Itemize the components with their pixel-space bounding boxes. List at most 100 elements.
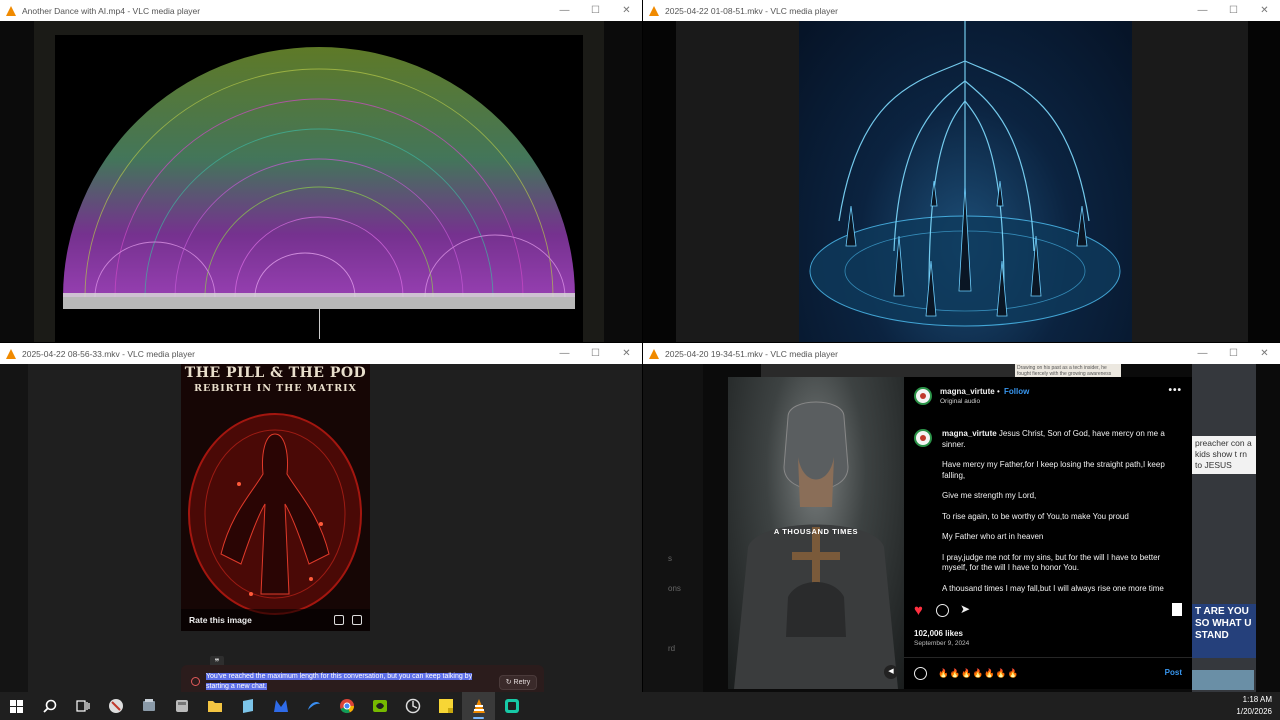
likes-count[interactable]: 102,006 likes [914, 629, 963, 638]
lightning-towers-image [799, 21, 1132, 342]
app-icon-3[interactable] [165, 692, 198, 720]
window-titlebar[interactable]: Another Dance with AI.mp4 - VLC media pl… [0, 0, 642, 21]
rate-image-bar: Rate this image [181, 609, 370, 631]
close-button[interactable]: ✕ [611, 343, 642, 364]
post-button[interactable]: Post [1165, 668, 1182, 677]
vlc-icon [6, 5, 16, 16]
instagram-post-image[interactable]: A THOUSAND TIMES ◀ [728, 377, 904, 689]
vlc-icon [6, 348, 16, 359]
maximize-button[interactable]: ☐ [1218, 343, 1249, 364]
chrome-icon[interactable] [330, 692, 363, 720]
window-titlebar[interactable]: 2025-04-22 08-56-33.mkv - VLC media play… [0, 343, 642, 364]
follow-button[interactable]: Follow [1004, 387, 1029, 396]
minimize-button[interactable]: — [549, 343, 580, 364]
task-view-icon[interactable] [66, 692, 99, 720]
error-icon [191, 677, 200, 686]
avatar[interactable] [914, 387, 932, 405]
bg-fragment: s [668, 554, 672, 563]
caption-line: A thousand times I may fall,but I will a… [942, 583, 1164, 593]
minimize-button[interactable]: — [1187, 343, 1218, 364]
app-icon-7[interactable] [495, 692, 528, 720]
avatar[interactable] [914, 429, 932, 447]
poster-artwork [188, 413, 362, 615]
video-area[interactable] [643, 21, 1280, 342]
error-message-box: You've reached the maximum length for th… [181, 665, 544, 692]
username[interactable]: magna_virtute [940, 387, 995, 396]
generated-image: THE PILL & THE POD REBIRTH IN THE MATRIX… [181, 364, 370, 631]
app-icon-1[interactable] [99, 692, 132, 720]
comment-box[interactable]: 🔥🔥🔥🔥🔥🔥🔥 Post [904, 657, 1192, 689]
post-date: September 9, 2024 [914, 640, 970, 647]
vlc-icon [649, 348, 659, 359]
file-explorer-icon[interactable] [198, 692, 231, 720]
comment-input[interactable]: 🔥🔥🔥🔥🔥🔥🔥 [938, 668, 1019, 679]
share-icon[interactable]: ➤ [960, 603, 970, 616]
close-button[interactable]: ✕ [1249, 0, 1280, 21]
vlc-window-2[interactable]: 2025-04-22 01-08-51.mkv - VLC media play… [643, 0, 1280, 342]
caption-line: Give me strength my Lord, [942, 491, 1037, 500]
background-page-left: s ons rd [643, 364, 703, 692]
more-options-icon[interactable]: ••• [1168, 385, 1182, 396]
poster-title: THE PILL & THE POD REBIRTH IN THE MATRIX [181, 364, 370, 394]
video-area[interactable]: s ons rd Drawing on his past as a tech i… [643, 364, 1280, 692]
error-message: You've reached the maximum length for th… [206, 673, 473, 690]
window-title: 2025-04-22 01-08-51.mkv - VLC media play… [665, 5, 838, 16]
speaker-icon[interactable]: ◀ [884, 665, 898, 679]
vlc-window-3[interactable]: 2025-04-22 08-56-33.mkv - VLC media play… [0, 343, 642, 692]
post-header: magna_virtute • Follow Original audio ••… [904, 377, 1192, 413]
app-icon-5[interactable] [297, 692, 330, 720]
vlc-icon [649, 5, 659, 16]
post-actions: ♥ ➤ [904, 599, 1192, 623]
windows-start-icon[interactable] [0, 692, 33, 720]
thumbs-up-icon[interactable] [334, 615, 344, 625]
window-titlebar[interactable]: 2025-04-22 01-08-51.mkv - VLC media play… [643, 0, 1280, 21]
app-icon-2[interactable] [132, 692, 165, 720]
close-button[interactable]: ✕ [1249, 343, 1280, 364]
emoji-icon[interactable] [914, 667, 927, 680]
instagram-post-panel: magna_virtute • Follow Original audio ••… [904, 377, 1192, 689]
video-area[interactable]: THE PILL & THE POD REBIRTH IN THE MATRIX… [0, 364, 642, 692]
caption-line: My Father who art in heaven [942, 532, 1044, 541]
arc-diagram-image [63, 47, 575, 339]
caption-line: Have mercy my Father,for I keep losing t… [942, 460, 1165, 480]
close-button[interactable]: ✕ [611, 0, 642, 21]
separator-dot: • [997, 387, 1000, 396]
maximize-button[interactable]: ☐ [580, 0, 611, 21]
nvidia-icon[interactable] [363, 692, 396, 720]
maximize-button[interactable]: ☐ [1218, 0, 1249, 21]
bg-fragment: rd [668, 644, 676, 653]
window-titlebar[interactable]: 2025-04-20 19-34-51.mkv - VLC media play… [643, 343, 1280, 364]
comment-icon[interactable] [936, 604, 949, 617]
thumbs-down-icon[interactable] [352, 615, 362, 625]
bg-snippet: preacher con a kids show t rn to JESUS [1192, 436, 1256, 474]
chat-sidebar [0, 364, 28, 692]
retry-button[interactable]: ↻ Retry [499, 675, 537, 690]
window-title: Another Dance with AI.mp4 - VLC media pl… [22, 5, 201, 16]
heart-icon[interactable]: ♥ [914, 603, 923, 618]
clock-time: 1:18 AM [1242, 695, 1272, 704]
minimize-button[interactable]: — [1187, 0, 1218, 21]
poster-subtitle-line: REBIRTH IN THE MATRIX [194, 383, 357, 394]
malwarebytes-icon[interactable] [264, 692, 297, 720]
bg-paper-text: Drawing on his past as a tech insider, h… [1015, 364, 1121, 377]
search-icon[interactable] [33, 692, 66, 720]
audio-label[interactable]: Original audio [940, 398, 980, 405]
image-caption: A THOUSAND TIMES [773, 527, 859, 536]
system-clock[interactable]: 1:18 AM 1/20/2026 [1236, 694, 1272, 718]
app-icon-6[interactable] [396, 692, 429, 720]
vlc-icon[interactable] [462, 692, 495, 720]
rate-image-label: Rate this image [189, 615, 252, 625]
minimize-button[interactable]: — [549, 0, 580, 21]
caption-line: I pray,judge me not for my sins, but for… [942, 552, 1161, 573]
taskbar: 1:18 AM 1/20/2026 [0, 692, 1280, 720]
app-icon-4[interactable] [231, 692, 264, 720]
vlc-window-4[interactable]: 2025-04-20 19-34-51.mkv - VLC media play… [643, 343, 1280, 692]
clock-date: 1/20/2026 [1236, 707, 1272, 716]
maximize-button[interactable]: ☐ [580, 343, 611, 364]
bg-fragment: ons [668, 584, 681, 593]
video-area[interactable] [0, 21, 642, 342]
sticky-notes-icon[interactable] [429, 692, 462, 720]
caption-username[interactable]: magna_virtute [942, 429, 997, 438]
vlc-window-1[interactable]: Another Dance with AI.mp4 - VLC media pl… [0, 0, 642, 342]
bookmark-icon[interactable] [1172, 603, 1182, 616]
